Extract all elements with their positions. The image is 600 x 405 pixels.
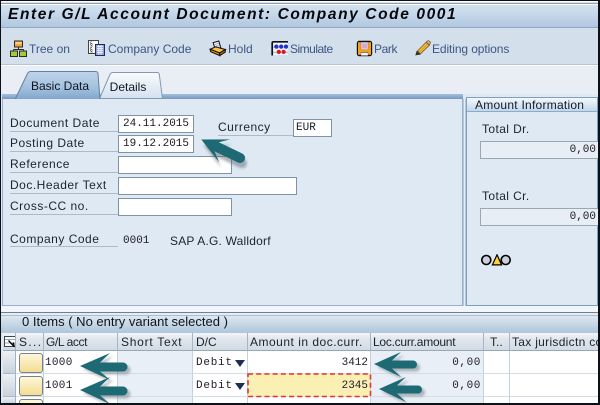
svg-text:§: § (90, 47, 94, 55)
